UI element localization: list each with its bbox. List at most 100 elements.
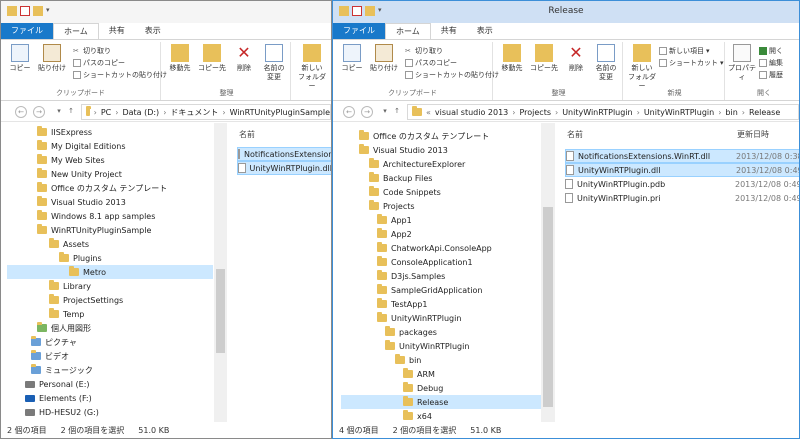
tree-item[interactable]: D3js.Samples	[377, 269, 445, 283]
breadcrumb-item[interactable]: PC	[101, 108, 111, 117]
column-header-date[interactable]: 更新日時	[737, 129, 769, 140]
edit-button[interactable]: 編集	[759, 58, 783, 68]
cut-button[interactable]: ✂ 切り取り	[73, 46, 111, 56]
file-item[interactable]: NotificationsExtensions.	[237, 147, 331, 161]
breadcrumb-item[interactable]: Projects	[519, 108, 551, 117]
tree-item[interactable]: Assets	[49, 237, 89, 251]
cut-button[interactable]: ✂ 切り取り	[405, 46, 443, 56]
chevron-down-icon[interactable]: ▾	[46, 6, 52, 16]
copy-path-button[interactable]: パスのコピー	[73, 58, 125, 68]
tab-view[interactable]: 表示	[135, 23, 171, 39]
new-folder-icon[interactable]	[33, 6, 43, 16]
tree-item[interactable]: WinRTUnityPluginSample	[37, 223, 151, 237]
tree-item[interactable]: ビデオ	[31, 349, 69, 363]
tree-item[interactable]: Elements (F:)	[25, 391, 92, 405]
history-button[interactable]: 履歴	[759, 70, 783, 80]
forward-arrow-icon[interactable]: →	[33, 106, 45, 118]
tree-item[interactable]: Code Snippets	[369, 185, 441, 199]
new-folder-button[interactable]: 新しい フォルダー	[297, 44, 327, 91]
tree-item[interactable]: Backup Files	[369, 171, 432, 185]
up-arrow-icon[interactable]: ▾	[53, 106, 65, 118]
copy-to-button[interactable]: コピー先	[529, 44, 559, 73]
file-item[interactable]: NotificationsExtensions.WinRT.dll 2013/12…	[565, 149, 799, 163]
tree-item[interactable]: Debug	[403, 381, 443, 395]
delete-button[interactable]: ✕ 削除	[229, 44, 259, 73]
tree-item[interactable]: Office のカスタム テンプレート	[359, 129, 489, 143]
tree-item[interactable]: UnityWinRTPlugin	[385, 339, 469, 353]
address-path[interactable]: › PC › Data (D:) › ドキュメント › WinRTUnityPl…	[81, 104, 331, 120]
tree-item[interactable]: Office のカスタム テンプレート	[37, 181, 167, 195]
tree-item[interactable]: SampleGridApplication	[377, 283, 482, 297]
up-arrow-icon[interactable]: ↑	[65, 106, 77, 118]
tab-share[interactable]: 共有	[431, 23, 467, 39]
tree-item-selected[interactable]: Metro	[7, 265, 213, 279]
tree-item[interactable]: Projects	[369, 199, 415, 213]
shortcut-button[interactable]: ショートカット ▾	[659, 58, 724, 68]
tree-item[interactable]: Windows 8.1 app samples	[37, 209, 155, 223]
tree-item[interactable]: HD-HESU2 (G:)	[25, 405, 99, 419]
title-bar[interactable]: ▾	[1, 1, 331, 23]
breadcrumb-item[interactable]: UnityWinRTPlugin	[644, 108, 714, 117]
file-item[interactable]: UnityWinRTPlugin.pri 2013/12/08 0:49	[565, 191, 799, 205]
new-folder-button[interactable]: 新しい フォルダー	[627, 44, 657, 91]
paste-button[interactable]: 貼り付け	[369, 44, 399, 73]
tree-item[interactable]: ProjectSettings	[49, 293, 123, 307]
column-header-name[interactable]: 名前	[239, 129, 255, 140]
delete-button[interactable]: ✕ 削除	[561, 44, 591, 73]
properties-button[interactable]: プロパティ	[727, 44, 757, 82]
tree-item[interactable]: packages	[385, 325, 437, 339]
tree-item[interactable]: ピクチャ	[31, 335, 77, 349]
open-button[interactable]: 開く	[759, 46, 783, 56]
tree-item[interactable]: x64	[403, 409, 432, 423]
nav-scrollbar[interactable]	[214, 123, 227, 423]
tab-home[interactable]: ホーム	[53, 23, 99, 39]
tab-file[interactable]: ファイル	[1, 23, 53, 39]
tree-item[interactable]: bin	[395, 353, 421, 367]
tree-item[interactable]: ARM	[403, 367, 435, 381]
tree-item[interactable]: My Web Sites	[37, 153, 105, 167]
tree-item[interactable]: ConsoleApplication1	[377, 255, 473, 269]
breadcrumb-item[interactable]: visual studio 2013	[435, 108, 508, 117]
file-item[interactable]: UnityWinRTPlugin.pdb 2013/12/08 0:49	[565, 177, 799, 191]
tree-item[interactable]: Plugins	[59, 251, 102, 265]
scrollbar-thumb[interactable]	[543, 207, 553, 407]
new-item-button[interactable]: 新しい項目 ▾	[659, 46, 710, 56]
back-arrow-icon[interactable]: ←	[343, 106, 355, 118]
tab-share[interactable]: 共有	[99, 23, 135, 39]
breadcrumb-item[interactable]: ドキュメント	[170, 107, 218, 118]
rename-button[interactable]: 名前の 変更	[259, 44, 289, 82]
breadcrumb-item[interactable]: bin	[725, 108, 737, 117]
tab-home[interactable]: ホーム	[385, 23, 431, 39]
tree-item[interactable]: Library	[49, 279, 91, 293]
tab-view[interactable]: 表示	[467, 23, 503, 39]
tab-file[interactable]: ファイル	[333, 23, 385, 39]
tree-item[interactable]: ArchitectureExplorer	[369, 157, 465, 171]
copy-to-button[interactable]: コピー先	[197, 44, 227, 73]
tree-item[interactable]: TestApp1	[377, 297, 427, 311]
tree-item[interactable]: IISExpress	[37, 125, 92, 139]
move-to-button[interactable]: 移動先	[497, 44, 527, 73]
back-arrow-icon[interactable]: ←	[15, 106, 27, 118]
scrollbar-thumb[interactable]	[216, 269, 225, 353]
tree-item[interactable]: ミュージック	[31, 363, 93, 377]
tree-item[interactable]: ChatworkApi.ConsoleApp	[377, 241, 492, 255]
properties-icon[interactable]	[20, 6, 30, 16]
forward-arrow-icon[interactable]: →	[361, 106, 373, 118]
paste-shortcut-button[interactable]: ショートカットの貼り付け	[73, 70, 167, 80]
tree-item-selected[interactable]: Release	[341, 395, 541, 409]
nav-scrollbar[interactable]	[541, 123, 555, 423]
title-bar[interactable]: ▾ Release	[333, 1, 799, 23]
rename-button[interactable]: 名前の 変更	[591, 44, 621, 82]
copy-button[interactable]: コピー	[5, 44, 35, 73]
address-path[interactable]: « visual studio 2013 › Projects › UnityW…	[407, 104, 799, 120]
column-header-name[interactable]: 名前	[567, 129, 583, 140]
tree-item[interactable]: Personal (E:)	[25, 377, 90, 391]
copy-path-button[interactable]: パスのコピー	[405, 58, 457, 68]
up-arrow-icon[interactable]: ↑	[391, 106, 403, 118]
move-to-button[interactable]: 移動先	[165, 44, 195, 73]
tree-item[interactable]: Temp	[49, 307, 84, 321]
copy-button[interactable]: コピー	[337, 44, 367, 73]
tree-item[interactable]: Visual Studio 2013	[359, 143, 448, 157]
breadcrumb-item[interactable]: Data (D:)	[122, 108, 159, 117]
tree-item[interactable]: UnityWinRTPlugin	[377, 311, 461, 325]
